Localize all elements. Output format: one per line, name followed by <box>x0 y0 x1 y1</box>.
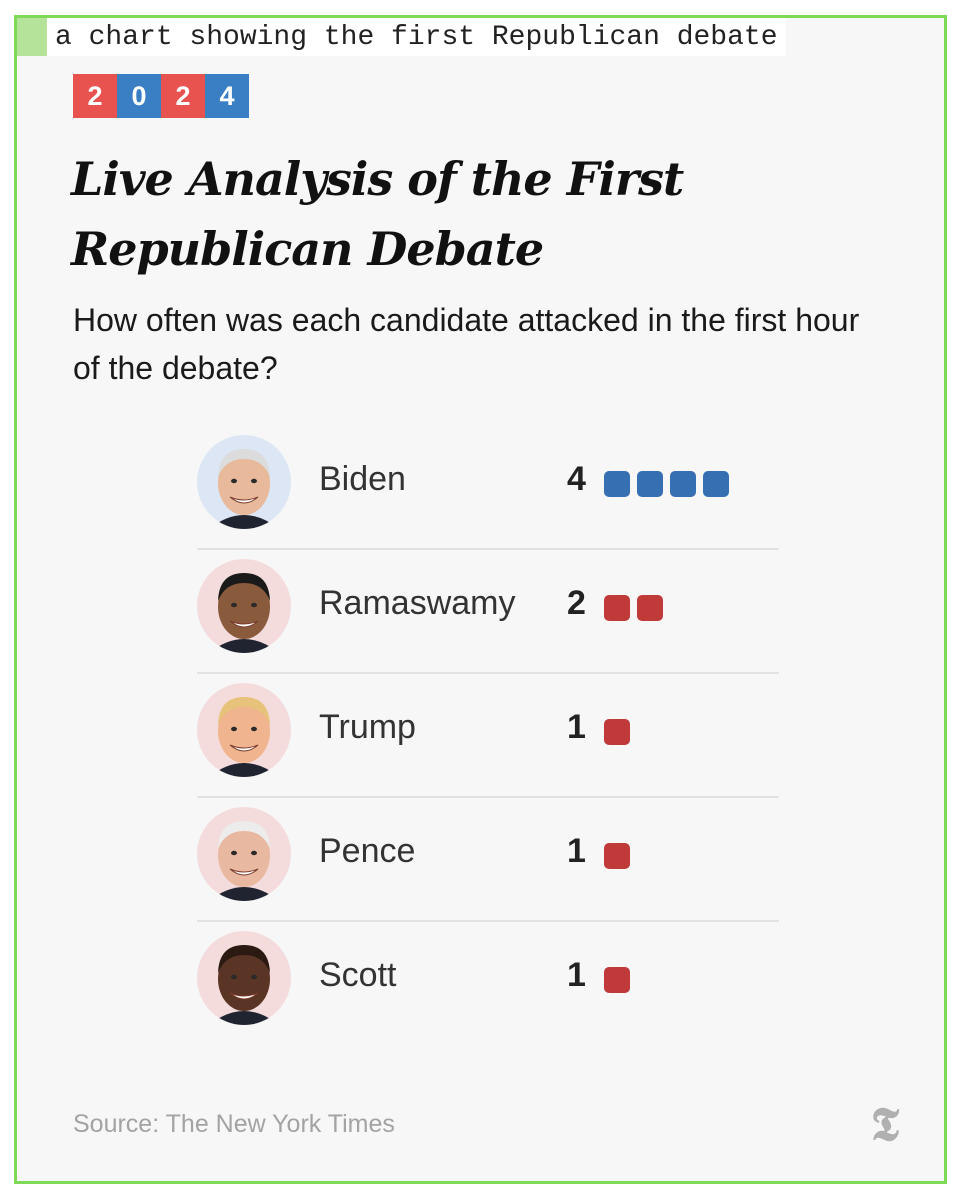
candidate-avatar <box>197 435 291 529</box>
year-digit: 2 <box>73 74 117 118</box>
attack-squares <box>604 471 729 497</box>
year-digit: 0 <box>117 74 161 118</box>
nyt-logo-icon: 𝕿 <box>870 1097 900 1151</box>
attack-count-label: 1 <box>567 832 586 870</box>
attack-square <box>604 595 630 621</box>
attack-count-label: 2 <box>567 584 586 622</box>
candidate-name: Biden <box>319 460 406 498</box>
candidate-name: Trump <box>319 708 416 746</box>
attack-count-label: 1 <box>567 956 586 994</box>
attack-square <box>637 471 663 497</box>
source-note: Source: The New York Times <box>73 1110 395 1138</box>
attack-square <box>604 843 630 869</box>
attack-square <box>703 471 729 497</box>
row-divider <box>197 548 779 550</box>
candidate-row: Biden 4 <box>197 430 779 554</box>
page-title: Live Analysis of the First Republican De… <box>71 152 684 276</box>
attack-square <box>604 719 630 745</box>
attack-squares <box>604 595 663 621</box>
candidate-row: Scott 1 <box>197 920 779 1050</box>
row-divider <box>197 920 779 922</box>
caption-highlight <box>17 18 47 56</box>
candidate-avatar <box>197 807 291 901</box>
attack-square <box>604 471 630 497</box>
caption-text: a chart showing the first Republican deb… <box>55 21 778 53</box>
candidate-row: Trump 1 <box>197 672 779 802</box>
candidate-name: Pence <box>319 832 416 870</box>
year-badge: 2024 <box>73 74 249 118</box>
attack-squares <box>604 719 630 745</box>
candidate-name: Ramaswamy <box>319 584 516 622</box>
candidate-avatar <box>197 683 291 777</box>
attack-count-label: 1 <box>567 708 586 746</box>
attack-square <box>604 967 630 993</box>
page-subtitle: How often was each candidate attacked in… <box>73 302 860 386</box>
year-digit: 4 <box>205 74 249 118</box>
candidate-row: Ramaswamy 2 <box>197 548 779 678</box>
candidate-list: Biden 4 Ramaswamy 2 Trump 1 Pence 1 Scott 1 <box>197 430 779 1050</box>
attack-square <box>637 595 663 621</box>
candidate-avatar <box>197 559 291 653</box>
row-divider <box>197 796 779 798</box>
attack-square <box>670 471 696 497</box>
candidate-row: Pence 1 <box>197 796 779 926</box>
year-digit: 2 <box>161 74 205 118</box>
candidate-name: Scott <box>319 956 397 994</box>
chart-frame: a chart showing the first Republican deb… <box>14 15 947 1184</box>
candidate-avatar <box>197 931 291 1025</box>
image-caption: a chart showing the first Republican deb… <box>17 18 786 56</box>
attack-count-label: 4 <box>567 460 586 498</box>
attack-squares <box>604 843 630 869</box>
attack-squares <box>604 967 630 993</box>
row-divider <box>197 672 779 674</box>
